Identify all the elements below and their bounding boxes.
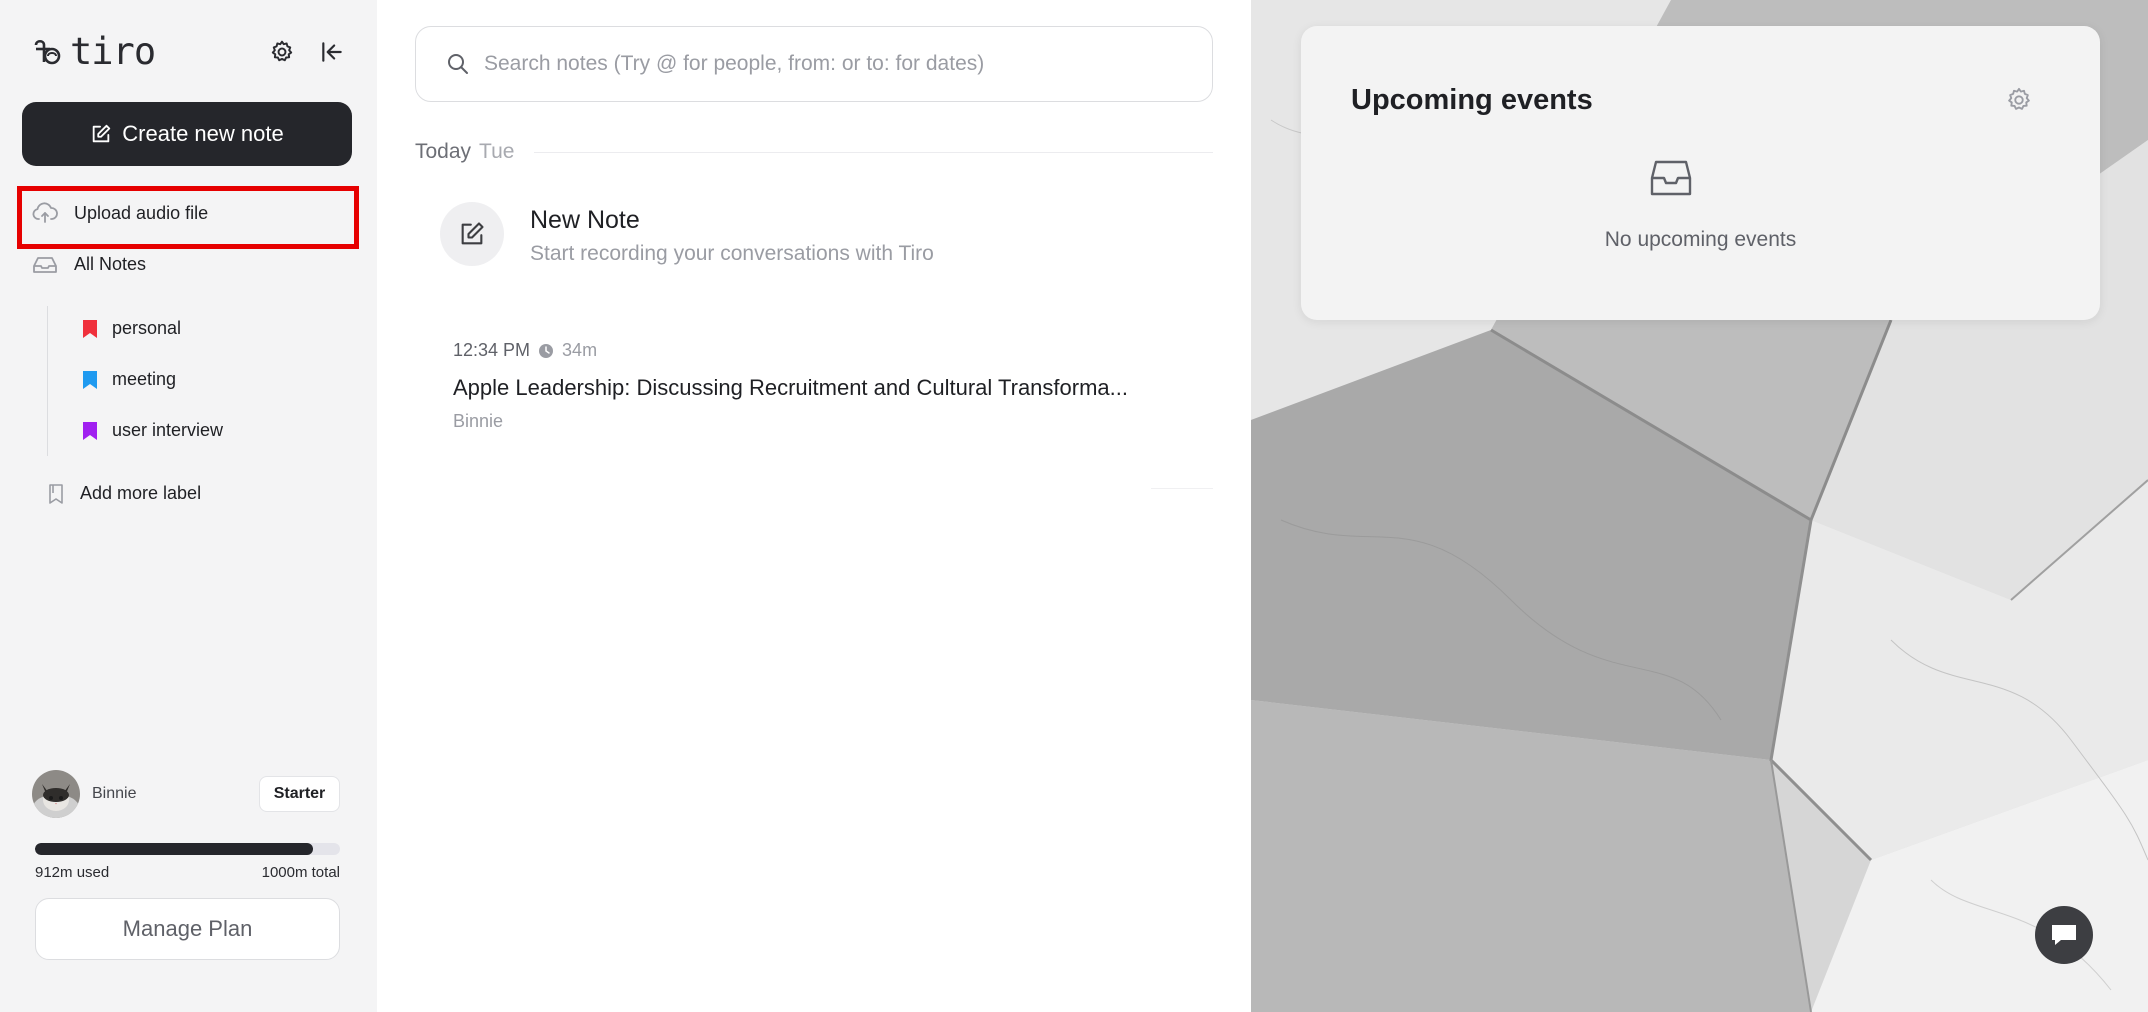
- bookmark-icon: [83, 370, 97, 389]
- chat-support-button[interactable]: [2035, 906, 2093, 964]
- day-header: Today Tue: [415, 140, 1213, 164]
- label-name: user interview: [112, 420, 224, 440]
- upcoming-events-title: Upcoming events: [1351, 84, 1593, 116]
- logo-text: tiro: [70, 30, 156, 73]
- upload-highlight-box: [17, 186, 359, 249]
- create-new-note-button[interactable]: Create new note: [22, 102, 352, 166]
- label-list: personal meeting user interview: [47, 306, 223, 456]
- note-separator: [1151, 488, 1213, 489]
- tiro-logo[interactable]: tiro: [32, 30, 156, 73]
- empty-inbox-icon: [1650, 160, 1692, 196]
- sidebar-item-all-notes[interactable]: All Notes: [32, 254, 146, 275]
- label-item-personal[interactable]: personal: [82, 318, 181, 339]
- user-profile[interactable]: Binnie Starter: [32, 770, 340, 818]
- all-notes-label: All Notes: [74, 254, 147, 274]
- bookmark-outline-icon: [49, 483, 63, 504]
- day-divider: [534, 151, 1213, 153]
- new-note-item[interactable]: New Note Start recording your conversati…: [440, 202, 1210, 268]
- manage-plan-label: Manage Plan: [122, 916, 253, 941]
- cat-avatar-icon: [32, 770, 80, 818]
- new-note-title: New Note: [530, 206, 640, 234]
- user-name: Binnie: [92, 785, 137, 802]
- note-time: 12:34 PM: [453, 340, 531, 360]
- inbox-icon: [33, 256, 57, 273]
- label-item-user-interview[interactable]: user interview: [82, 420, 223, 441]
- search-input[interactable]: Search notes (Try @ for people, from: or…: [415, 26, 1213, 102]
- new-note-icon-circle: [440, 202, 504, 266]
- plan-badge: Starter: [259, 776, 340, 812]
- collapse-left-icon: [322, 42, 342, 62]
- note-list-item[interactable]: 12:34 PM 34m Apple Leadership: Discussin…: [453, 338, 1213, 434]
- clock-icon: [539, 343, 554, 358]
- add-more-label-text: Add more label: [80, 483, 202, 503]
- usage-progress-fill: [35, 843, 314, 855]
- tiro-logo-icon: [34, 39, 61, 65]
- edit-icon: [461, 222, 484, 245]
- right-panel: Upcoming events No upcoming events: [1251, 0, 2148, 1012]
- label-item-meeting[interactable]: meeting: [82, 369, 176, 390]
- manage-plan-button[interactable]: Manage Plan: [35, 898, 340, 960]
- add-more-label-button[interactable]: Add more label: [48, 483, 201, 504]
- note-author: Binnie: [453, 411, 504, 431]
- note-title: Apple Leadership: Discussing Recruitment…: [453, 375, 1128, 400]
- no-upcoming-events-text: No upcoming events: [1604, 228, 1797, 251]
- upcoming-events-card: Upcoming events No upcoming events: [1301, 26, 2100, 320]
- create-new-note-label: Create new note: [122, 121, 284, 146]
- day-name: Tue: [479, 140, 515, 163]
- notes-panel: Search notes (Try @ for people, from: or…: [377, 0, 1251, 1012]
- label-name: meeting: [112, 369, 177, 389]
- gear-icon: [271, 40, 293, 62]
- bookmark-icon: [83, 421, 97, 440]
- gear-icon: [2008, 87, 2030, 110]
- usage-used-text: 912m used: [35, 864, 110, 881]
- bookmark-icon: [83, 319, 97, 338]
- collapse-sidebar-button[interactable]: [314, 34, 350, 70]
- note-duration: 34m: [562, 340, 598, 360]
- label-name: personal: [112, 318, 182, 338]
- search-icon: [448, 54, 468, 74]
- sidebar: tiro Create new note Upload audio file A…: [0, 0, 377, 1012]
- settings-button[interactable]: [264, 34, 300, 70]
- avatar[interactable]: [32, 770, 80, 818]
- search-placeholder: Search notes (Try @ for people, from: or…: [484, 52, 985, 75]
- events-settings-button[interactable]: [2001, 82, 2037, 118]
- new-note-subtitle: Start recording your conversations with …: [530, 242, 934, 265]
- day-label: Today: [415, 140, 472, 163]
- note-meta: 12:34 PM 34m: [453, 340, 597, 361]
- chat-icon: [2052, 925, 2076, 945]
- usage-progress-bar: [35, 843, 340, 855]
- usage-total-text: 1000m total: [261, 864, 340, 881]
- edit-icon: [93, 124, 111, 143]
